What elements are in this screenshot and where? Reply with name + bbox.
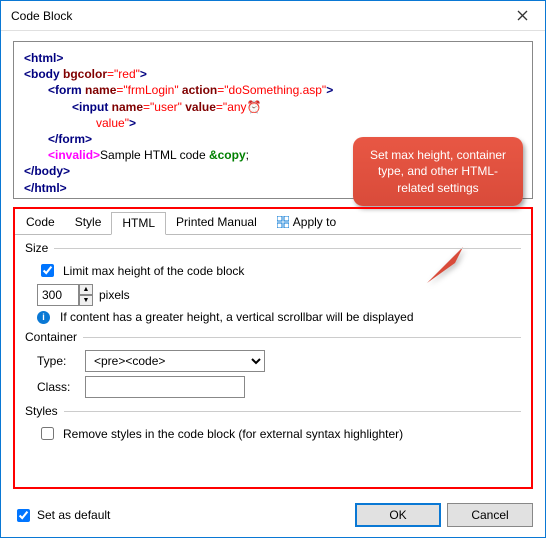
class-label: Class: [37, 380, 79, 394]
pixels-up-button[interactable]: ▲ [79, 284, 93, 295]
dialog-footer: Set as default OK Cancel [1, 497, 545, 537]
tabstrip: Code Style HTML Printed Manual Apply to [15, 211, 531, 235]
pixels-label: pixels [99, 288, 130, 302]
close-button[interactable] [499, 1, 545, 31]
ok-button[interactable]: OK [355, 503, 441, 527]
highlight-box: Code Style HTML Printed Manual Apply to … [13, 207, 533, 489]
dialog-window: Code Block <html> <body bgcolor="red"> <… [0, 0, 546, 538]
class-input[interactable] [85, 376, 245, 398]
remove-styles-label: Remove styles in the code block (for ext… [63, 427, 403, 441]
size-legend: Size [25, 241, 54, 255]
close-icon [517, 10, 528, 21]
pixels-stepper: ▲ ▼ [37, 284, 93, 306]
titlebar: Code Block [1, 1, 545, 31]
type-select[interactable]: <pre><code> [85, 350, 265, 372]
window-title: Code Block [11, 9, 499, 23]
info-icon: i [37, 311, 50, 324]
dialog-content: <html> <body bgcolor="red"> <form name="… [1, 31, 545, 497]
type-label: Type: [37, 354, 79, 368]
limit-height-label: Limit max height of the code block [63, 264, 244, 278]
tab-code[interactable]: Code [16, 212, 65, 233]
info-text: If content has a greater height, a verti… [60, 310, 414, 324]
callout-tooltip: Set max height, container type, and othe… [353, 137, 523, 206]
group-styles: Styles Remove styles in the code block (… [25, 404, 521, 443]
pixels-down-button[interactable]: ▼ [79, 295, 93, 306]
tab-html[interactable]: HTML [111, 212, 166, 235]
pixels-input[interactable] [37, 284, 79, 306]
group-size: Size Limit max height of the code block … [25, 241, 521, 324]
cancel-button[interactable]: Cancel [447, 503, 533, 527]
group-container: Container Type: <pre><code> Class: [25, 330, 521, 398]
tab-apply-to[interactable]: Apply to [267, 212, 346, 233]
tab-printed-manual[interactable]: Printed Manual [166, 212, 267, 233]
tab-style[interactable]: Style [65, 212, 112, 233]
styles-legend: Styles [25, 404, 64, 418]
limit-height-checkbox[interactable] [41, 264, 54, 277]
grid-icon [277, 216, 289, 228]
set-default-label: Set as default [37, 508, 110, 522]
set-default-checkbox[interactable] [17, 509, 30, 522]
callout-text: Set max height, container type, and othe… [370, 148, 506, 195]
container-legend: Container [25, 330, 83, 344]
html-panel: Size Limit max height of the code block … [15, 235, 531, 453]
remove-styles-checkbox[interactable] [41, 427, 54, 440]
